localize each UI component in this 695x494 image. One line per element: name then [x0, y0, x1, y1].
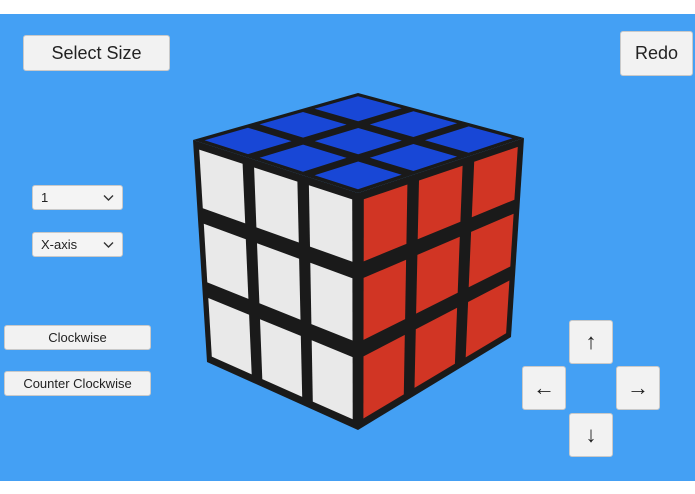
rotate-left-button[interactable]: ← [522, 366, 566, 410]
arrow-up-icon: ↑ [585, 329, 597, 354]
axis-select-value: X-axis [41, 237, 78, 252]
arrow-down-icon: ↓ [585, 422, 597, 447]
redo-button[interactable]: Redo [620, 31, 693, 76]
chevron-down-icon [103, 194, 114, 201]
chevron-down-icon [103, 241, 114, 248]
select-size-button[interactable]: Select Size [23, 35, 170, 71]
rotate-down-button[interactable]: ↓ [569, 413, 613, 457]
arrow-right-icon: → [627, 375, 649, 400]
rotate-right-button[interactable]: → [616, 366, 660, 410]
layer-select[interactable]: 1 [32, 185, 123, 210]
clockwise-button[interactable]: Clockwise [4, 325, 151, 350]
rotate-up-button[interactable]: ↑ [569, 320, 613, 364]
counter-clockwise-button[interactable]: Counter Clockwise [4, 371, 151, 396]
arrow-left-icon: ← [533, 375, 555, 400]
layer-select-value: 1 [41, 190, 49, 205]
axis-select[interactable]: X-axis [32, 232, 123, 257]
